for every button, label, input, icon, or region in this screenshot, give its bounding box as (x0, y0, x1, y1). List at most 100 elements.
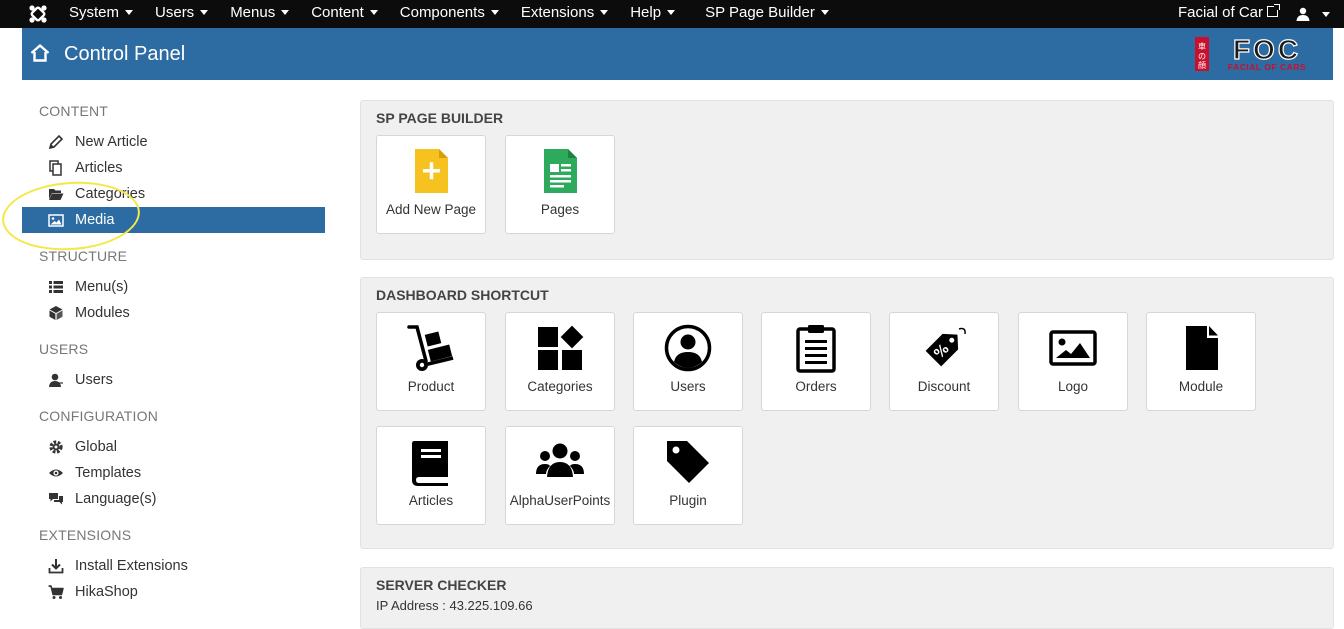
pencil-icon (48, 134, 64, 150)
tile-label: Categories (527, 379, 593, 394)
sidebar-item-categories[interactable]: Categories (22, 181, 325, 207)
sidebar-item-users[interactable]: Users (22, 367, 325, 393)
caret-down-icon (1322, 11, 1330, 17)
sidebar-section-users: USERS (39, 341, 89, 357)
cart-icon (48, 585, 64, 599)
tile-label: Discount (917, 379, 971, 394)
sidebar-item-label: Install Extensions (75, 558, 188, 574)
menu-menus[interactable]: Menus (219, 0, 300, 28)
tile-discount[interactable]: % Discount (889, 312, 999, 411)
caret-down-icon (200, 10, 209, 15)
external-link-icon (1267, 4, 1280, 17)
tile-label: Users (670, 379, 706, 394)
sidebar-item-label: Global (75, 439, 117, 455)
caret-down-icon (369, 10, 378, 15)
sidebar-item-languages[interactable]: Language(s) (22, 486, 325, 512)
tile-plugin[interactable]: Plugin (633, 426, 743, 525)
site-link[interactable]: Facial of Car (1177, 0, 1280, 26)
site-link-label: Facial of Car (1177, 4, 1263, 21)
sidebar-item-menus[interactable]: Menu(s) (22, 274, 325, 300)
sidebar-item-label: HikaShop (75, 584, 138, 600)
tile-label: AlphaUserPoints (509, 493, 611, 508)
svg-text:顔: 顔 (1198, 60, 1206, 70)
sidebar-item-label: Media (75, 212, 115, 228)
sidebar-item-label: Users (75, 372, 113, 388)
list-icon (49, 281, 63, 293)
file-icon (1186, 326, 1218, 370)
sidebar-item-global[interactable]: Global (22, 434, 325, 460)
tile-label: Plugin (669, 493, 707, 508)
categories-icon (538, 325, 584, 370)
menu-help[interactable]: Help (619, 0, 686, 28)
tile-pages[interactable]: Pages (505, 135, 615, 234)
dashboard-shortcut-panel: DASHBOARD SHORTCUT Product Categories Us… (360, 277, 1334, 549)
sp-page-builder-panel: SP PAGE BUILDER Add New Page Pages (360, 100, 1334, 260)
menu-system[interactable]: System (58, 0, 144, 28)
caret-down-icon (667, 10, 676, 15)
tile-label: Product (407, 379, 455, 394)
book-icon (412, 441, 448, 486)
tile-add-new-page[interactable]: Add New Page (376, 135, 486, 234)
sidebar-item-label: Modules (75, 305, 130, 321)
eye-icon (49, 469, 63, 477)
sidebar-item-media[interactable]: Media (22, 207, 325, 233)
sidebar-item-label: Menu(s) (75, 279, 129, 295)
caret-down-icon (600, 10, 609, 15)
menu-components[interactable]: Components (389, 0, 510, 28)
menu-label: Help (630, 4, 662, 21)
menu-label: Extensions (520, 4, 595, 21)
copy-icon (49, 160, 62, 176)
sidebar-item-new-article[interactable]: New Article (22, 129, 325, 155)
menu-content[interactable]: Content (300, 0, 389, 28)
tile-label: Pages (540, 202, 580, 217)
server-checker-panel: SERVER CHECKER IP Address : 43.225.109.6… (360, 567, 1334, 629)
menu-users[interactable]: Users (144, 0, 219, 28)
sidebar-item-label: New Article (75, 134, 148, 150)
home-icon (30, 44, 50, 62)
tile-label: Orders (795, 379, 837, 394)
user-menu[interactable] (1296, 0, 1330, 28)
sidebar-item-articles[interactable]: Articles (22, 155, 325, 181)
picture-icon (1049, 330, 1097, 366)
tile-label: Articles (408, 493, 454, 508)
user-icon (49, 373, 63, 387)
tile-articles[interactable]: Articles (376, 426, 486, 525)
sidebar-section-structure: STRUCTURE (39, 248, 128, 264)
sidebar-section-content: CONTENT (39, 103, 109, 119)
image-icon (48, 214, 64, 227)
tile-alphauserpoints[interactable]: AlphaUserPoints (505, 426, 615, 525)
comments-icon (49, 493, 63, 505)
tile-logo[interactable]: Logo (1018, 312, 1128, 411)
tile-categories[interactable]: Categories (505, 312, 615, 411)
user-icon (1296, 7, 1310, 21)
caret-down-icon (281, 10, 290, 15)
discount-tag-icon: % (925, 327, 966, 367)
caret-down-icon (125, 10, 134, 15)
folder-open-icon (49, 189, 64, 200)
menu-label: System (69, 4, 120, 21)
brand-logo: 車 の 顔 FOC FACIAL OF CARS (1195, 35, 1306, 72)
sidebar-item-label: Templates (75, 465, 142, 481)
menu-label: Menus (230, 4, 276, 21)
tile-orders[interactable]: Orders (761, 312, 871, 411)
tile-users[interactable]: Users (633, 312, 743, 411)
tile-product[interactable]: Product (376, 312, 486, 411)
sidebar-item-templates[interactable]: Templates (22, 460, 325, 486)
sidebar-item-hikashop[interactable]: HikaShop (22, 579, 325, 605)
sidebar-item-modules[interactable]: Modules (22, 300, 325, 326)
menu-sp-page-builder[interactable]: SP Page Builder (694, 0, 840, 28)
cog-icon (49, 440, 63, 454)
joomla-logo-icon[interactable] (28, 4, 48, 24)
menu-extensions[interactable]: Extensions (510, 0, 619, 28)
menu-label: Components (399, 4, 485, 21)
sidebar-item-label: Language(s) (75, 491, 157, 507)
panel-title: SP PAGE BUILDER (376, 110, 504, 126)
cube-icon (49, 306, 63, 320)
menu-label: SP Page Builder (705, 4, 815, 21)
sidebar-item-install-extensions[interactable]: Install Extensions (22, 553, 325, 579)
tile-module[interactable]: Module (1146, 312, 1256, 411)
tag-icon (667, 441, 709, 483)
user-circle-icon (664, 324, 712, 372)
sidebar-section-configuration: CONFIGURATION (39, 408, 159, 424)
caret-down-icon (490, 10, 499, 15)
